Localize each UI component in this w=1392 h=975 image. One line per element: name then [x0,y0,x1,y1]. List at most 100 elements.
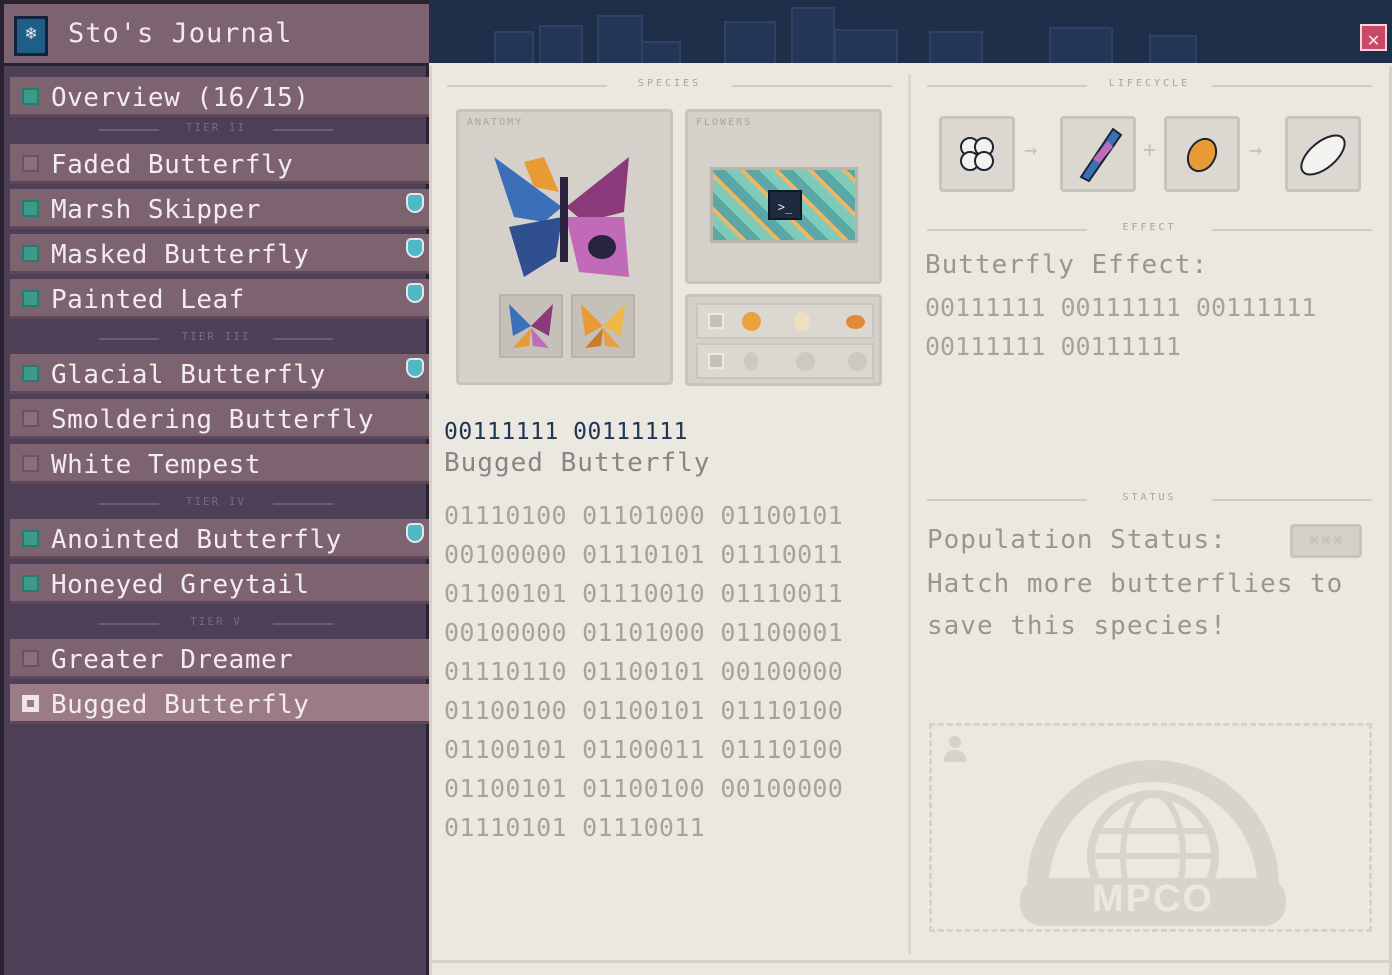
effect-section-header: EFFECT [927,222,1372,238]
sidebar-item-smoldering-butterfly[interactable]: Smoldering Butterfly [10,399,430,439]
sidebar-item-glacial-butterfly[interactable]: Glacial Butterfly [10,354,430,394]
wing-lower-left [509,217,562,277]
sidebar-item-masked-butterfly[interactable]: Masked Butterfly [10,234,430,274]
panel-divider [908,74,911,954]
species-detail-panel: SPECIES ANATOMY FLOWERS >_ 00111111 0011… [429,66,1392,975]
skyline-building [724,21,776,63]
sidebar-item-honeyed-greytail[interactable]: Honeyed Greytail [10,564,430,604]
cocoon-stage[interactable] [1285,116,1361,192]
time-badge-icon [708,313,724,329]
description-line: 01110101 01110011 [444,813,705,842]
sidebar-item-greater-dreamer[interactable]: Greater Dreamer [10,639,430,679]
skyline-building [834,29,898,63]
sidebar-item-label: Honeyed Greytail [51,570,310,600]
skyline-building [791,7,835,63]
bottom-divider [432,960,1392,963]
sidebar-item-label: Glacial Butterfly [51,360,326,390]
conditions-box [685,294,882,386]
male-variant-thumb[interactable] [499,294,563,358]
population-status-title: Population Status: [927,525,1227,555]
uncollected-checkbox-icon [22,410,39,427]
sidebar-item-label: Anointed Butterfly [51,525,342,555]
status-section-header: STATUS [927,492,1372,508]
sidebar-item-label: Marsh Skipper [51,195,261,225]
mpco-seal-text: MPCO [1092,878,1214,920]
sidebar-item-bugged-butterfly[interactable]: Bugged Butterfly [10,684,430,724]
butterfly-body [560,177,568,262]
gem-badge-icon [406,283,424,303]
section-label: STATUS [1122,492,1177,503]
top-banner: ✕ [429,0,1392,66]
species-description: 01110100 01101000 01100101 00100000 0111… [444,496,843,847]
effect-text: 00111111 00111111 00111111 00111111 0011… [925,288,1316,366]
collected-checkbox-icon [22,88,39,105]
rain-drop-icon [744,352,758,371]
day-sun-icon [742,312,761,331]
skyline-building [494,31,534,63]
sidebar-item-label: White Tempest [51,450,261,480]
arrow-right-icon: → [1249,138,1263,163]
species-name: Bugged Butterfly [444,448,711,478]
uncollected-checkbox-icon [22,455,39,472]
sidebar-item-anointed-butterfly[interactable]: Anointed Butterfly [10,519,430,559]
sidebar-item-label: Overview (16/15) [51,83,310,113]
close-button[interactable]: ✕ [1360,24,1387,51]
plus-icon: + [1143,138,1157,163]
description-line: 01100101 01100100 00100000 [444,774,844,803]
arrow-right-icon: → [1024,138,1038,163]
sun-weather-icon [848,352,867,371]
chrysalis-icon [1186,137,1218,173]
skyline-building [1049,27,1113,63]
butterfly-portrait-icon [494,157,629,277]
section-label: SPECIES [637,78,702,89]
section-label: LIFECYCLE [1108,78,1191,89]
sidebar-item-white-tempest[interactable]: White Tempest [10,444,430,484]
sidebar-item-faded-butterfly[interactable]: Faded Butterfly [10,144,430,184]
journal-header: ❄ Sto's Journal [4,0,429,66]
gem-badge-icon [406,358,424,378]
weather-badge-icon [708,353,724,369]
female-variant-thumb[interactable] [571,294,635,358]
collected-checkbox-icon [22,530,39,547]
caterpillar-stage[interactable] [1060,116,1136,192]
butterfly-thumb-icon [509,304,553,348]
egg-stage[interactable] [939,116,1015,192]
cocoon-icon [1300,134,1346,176]
flower-preview-tile[interactable]: >_ [710,167,858,243]
journal-sidebar: ❄ Sto's Journal Overview (16/15) TIER II… [0,0,430,975]
sidebar-item-marsh-skipper[interactable]: Marsh Skipper [10,189,430,229]
egg-cluster-icon [960,137,994,171]
gem-badge-icon [406,193,424,213]
description-line: 00100000 01110101 01110011 [444,540,844,569]
effect-title: Butterfly Effect: [925,250,1209,280]
anatomy-label: ANATOMY [467,117,524,128]
gem-badge-icon [406,238,424,258]
collected-checkbox-icon [22,365,39,382]
tier-label: TIER IV [99,495,333,511]
uncollected-checkbox-icon [22,155,39,172]
lifecycle-section-header: LIFECYCLE [927,78,1372,94]
gem-badge-icon [406,523,424,543]
anatomy-box: ANATOMY [456,109,673,385]
flowers-box: FLOWERS >_ [685,109,882,284]
journal-title: Sto's Journal [68,18,293,49]
terminal-icon: >_ [768,190,802,220]
description-line: 01100100 01100101 01110100 [444,696,844,725]
sidebar-item-painted-leaf[interactable]: Painted Leaf [10,279,430,319]
journal-book-icon: ❄ [14,16,48,56]
chrysalis-stage[interactable] [1164,116,1240,192]
sidebar-item-label: Smoldering Butterfly [51,405,375,435]
selected-checkbox-icon [22,695,39,712]
effect-line: 00111111 00111111 [925,332,1181,361]
skyline-building [929,31,983,63]
scientific-name: 00111111 00111111 [444,419,688,445]
sidebar-item-overview[interactable]: Overview (16/15) [10,77,430,117]
skyline-building [539,25,583,63]
wing-upper-right [566,157,629,222]
sidebar-item-label: Masked Butterfly [51,240,310,270]
night-moon-icon [794,312,810,331]
sidebar-item-label: Greater Dreamer [51,645,294,675]
tier-label: TIER II [99,121,333,137]
flowers-label: FLOWERS [696,117,753,128]
skyline-building [597,15,643,63]
